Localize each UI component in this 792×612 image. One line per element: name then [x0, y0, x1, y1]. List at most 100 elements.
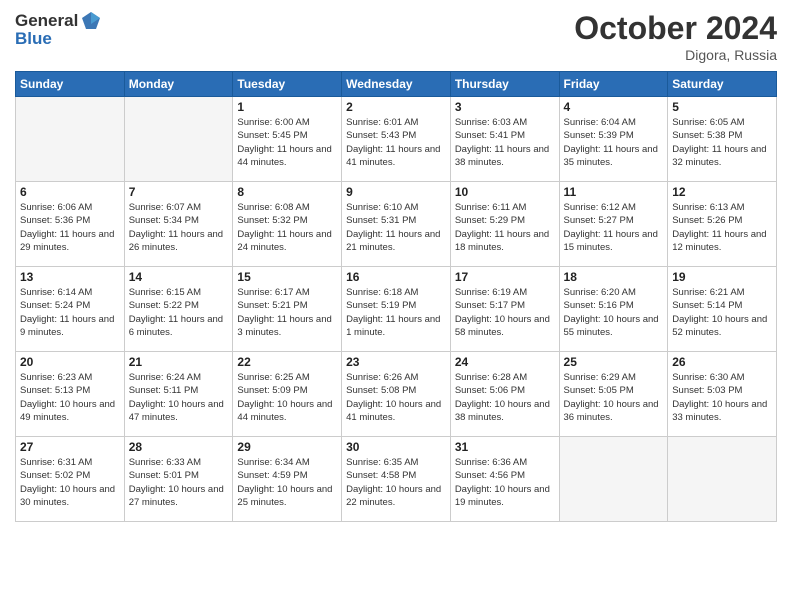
calendar-cell: 21Sunrise: 6:24 AM Sunset: 5:11 PM Dayli… [124, 352, 233, 437]
calendar-container: General Blue October 2024 Digora, Russia… [0, 0, 792, 537]
day-header-friday: Friday [559, 72, 668, 97]
day-info: Sunrise: 6:36 AM Sunset: 4:56 PM Dayligh… [455, 456, 555, 509]
day-number: 11 [564, 185, 664, 199]
calendar-cell: 4 Sunrise: 6:04 AM Sunset: 5:39 PM Daylig… [559, 97, 668, 182]
calendar-cell: 9 Sunrise: 6:10 AM Sunset: 5:31 PM Daylig… [342, 182, 451, 267]
calendar-cell: 10 Sunrise: 6:11 AM Sunset: 5:29 PM Dayli… [450, 182, 559, 267]
week-row-3: 13Sunrise: 6:14 AM Sunset: 5:24 PM Dayli… [16, 267, 777, 352]
logo-general: General [15, 12, 78, 31]
calendar-cell: 14 Sunrise: 6:15 AM Sunset: 5:22 PM Dayli… [124, 267, 233, 352]
day-header-thursday: Thursday [450, 72, 559, 97]
month-title: October 2024 [574, 10, 777, 47]
calendar-cell: 12Sunrise: 6:13 AM Sunset: 5:26 PM Dayli… [668, 182, 777, 267]
day-number: 10 [455, 185, 555, 199]
day-number: 20 [20, 355, 120, 369]
calendar-cell: 29Sunrise: 6:34 AM Sunset: 4:59 PM Dayli… [233, 437, 342, 522]
calendar-cell: 2 Sunrise: 6:01 AM Sunset: 5:43 PM Daylig… [342, 97, 451, 182]
calendar-cell: 6 Sunrise: 6:06 AM Sunset: 5:36 PM Daylig… [16, 182, 125, 267]
day-info: Sunrise: 6:12 AM Sunset: 5:27 PM Dayligh… [564, 201, 664, 254]
day-info: Sunrise: 6:24 AM Sunset: 5:11 PM Dayligh… [129, 371, 229, 424]
header-row: SundayMondayTuesdayWednesdayThursdayFrid… [16, 72, 777, 97]
calendar-cell: 19Sunrise: 6:21 AM Sunset: 5:14 PM Dayli… [668, 267, 777, 352]
calendar-cell: 20 Sunrise: 6:23 AM Sunset: 5:13 PM Dayli… [16, 352, 125, 437]
day-info: Sunrise: 6:28 AM Sunset: 5:06 PM Dayligh… [455, 371, 555, 424]
day-info: Sunrise: 6:04 AM Sunset: 5:39 PM Dayligh… [564, 116, 664, 169]
day-header-wednesday: Wednesday [342, 72, 451, 97]
week-row-4: 20 Sunrise: 6:23 AM Sunset: 5:13 PM Dayli… [16, 352, 777, 437]
calendar-cell: 7Sunrise: 6:07 AM Sunset: 5:34 PM Daylig… [124, 182, 233, 267]
day-info: Sunrise: 6:03 AM Sunset: 5:41 PM Dayligh… [455, 116, 555, 169]
day-info: Sunrise: 6:19 AM Sunset: 5:17 PM Dayligh… [455, 286, 555, 339]
calendar-cell: 1 Sunrise: 6:00 AM Sunset: 5:45 PM Daylig… [233, 97, 342, 182]
calendar-cell: 8 Sunrise: 6:08 AM Sunset: 5:32 PM Daylig… [233, 182, 342, 267]
calendar-cell: 22 Sunrise: 6:25 AM Sunset: 5:09 PM Dayli… [233, 352, 342, 437]
day-info: Sunrise: 6:08 AM Sunset: 5:32 PM Dayligh… [237, 201, 337, 254]
calendar-cell: 23 Sunrise: 6:26 AM Sunset: 5:08 PM Dayli… [342, 352, 451, 437]
day-number: 14 [129, 270, 229, 284]
logo-icon [80, 10, 102, 32]
day-info: Sunrise: 6:11 AM Sunset: 5:29 PM Dayligh… [455, 201, 555, 254]
day-number: 16 [346, 270, 446, 284]
day-number: 17 [455, 270, 555, 284]
day-info: Sunrise: 6:18 AM Sunset: 5:19 PM Dayligh… [346, 286, 446, 339]
day-number: 1 [237, 100, 337, 114]
day-info: Sunrise: 6:13 AM Sunset: 5:26 PM Dayligh… [672, 201, 772, 254]
week-row-2: 6 Sunrise: 6:06 AM Sunset: 5:36 PM Daylig… [16, 182, 777, 267]
day-number: 6 [20, 185, 120, 199]
week-row-5: 27Sunrise: 6:31 AM Sunset: 5:02 PM Dayli… [16, 437, 777, 522]
day-number: 3 [455, 100, 555, 114]
day-number: 5 [672, 100, 772, 114]
day-info: Sunrise: 6:30 AM Sunset: 5:03 PM Dayligh… [672, 371, 772, 424]
day-info: Sunrise: 6:23 AM Sunset: 5:13 PM Dayligh… [20, 371, 120, 424]
day-number: 8 [237, 185, 337, 199]
calendar-cell: 15Sunrise: 6:17 AM Sunset: 5:21 PM Dayli… [233, 267, 342, 352]
week-row-1: 1 Sunrise: 6:00 AM Sunset: 5:45 PM Daylig… [16, 97, 777, 182]
day-number: 29 [237, 440, 337, 454]
day-info: Sunrise: 6:05 AM Sunset: 5:38 PM Dayligh… [672, 116, 772, 169]
day-number: 19 [672, 270, 772, 284]
day-number: 26 [672, 355, 772, 369]
calendar-cell: 24 Sunrise: 6:28 AM Sunset: 5:06 PM Dayli… [450, 352, 559, 437]
day-number: 9 [346, 185, 446, 199]
calendar-table: SundayMondayTuesdayWednesdayThursdayFrid… [15, 71, 777, 522]
calendar-cell: 17 Sunrise: 6:19 AM Sunset: 5:17 PM Dayli… [450, 267, 559, 352]
day-info: Sunrise: 6:06 AM Sunset: 5:36 PM Dayligh… [20, 201, 120, 254]
day-number: 7 [129, 185, 229, 199]
logo-blue: Blue [15, 30, 102, 49]
day-number: 31 [455, 440, 555, 454]
calendar-cell: 27Sunrise: 6:31 AM Sunset: 5:02 PM Dayli… [16, 437, 125, 522]
calendar-cell: 26 Sunrise: 6:30 AM Sunset: 5:03 PM Dayli… [668, 352, 777, 437]
calendar-cell: 5 Sunrise: 6:05 AM Sunset: 5:38 PM Daylig… [668, 97, 777, 182]
day-number: 28 [129, 440, 229, 454]
logo: General Blue [15, 10, 102, 49]
day-header-sunday: Sunday [16, 72, 125, 97]
calendar-cell: 25 Sunrise: 6:29 AM Sunset: 5:05 PM Dayli… [559, 352, 668, 437]
day-number: 30 [346, 440, 446, 454]
day-number: 18 [564, 270, 664, 284]
header: General Blue October 2024 Digora, Russia [15, 10, 777, 63]
day-info: Sunrise: 6:26 AM Sunset: 5:08 PM Dayligh… [346, 371, 446, 424]
location: Digora, Russia [574, 47, 777, 63]
day-info: Sunrise: 6:00 AM Sunset: 5:45 PM Dayligh… [237, 116, 337, 169]
day-info: Sunrise: 6:15 AM Sunset: 5:22 PM Dayligh… [129, 286, 229, 339]
calendar-cell: 30 Sunrise: 6:35 AM Sunset: 4:58 PM Dayli… [342, 437, 451, 522]
day-info: Sunrise: 6:29 AM Sunset: 5:05 PM Dayligh… [564, 371, 664, 424]
day-info: Sunrise: 6:35 AM Sunset: 4:58 PM Dayligh… [346, 456, 446, 509]
day-number: 22 [237, 355, 337, 369]
day-info: Sunrise: 6:20 AM Sunset: 5:16 PM Dayligh… [564, 286, 664, 339]
day-info: Sunrise: 6:10 AM Sunset: 5:31 PM Dayligh… [346, 201, 446, 254]
day-header-tuesday: Tuesday [233, 72, 342, 97]
day-number: 23 [346, 355, 446, 369]
day-number: 4 [564, 100, 664, 114]
day-number: 13 [20, 270, 120, 284]
day-info: Sunrise: 6:25 AM Sunset: 5:09 PM Dayligh… [237, 371, 337, 424]
calendar-cell [124, 97, 233, 182]
calendar-cell: 3 Sunrise: 6:03 AM Sunset: 5:41 PM Daylig… [450, 97, 559, 182]
day-number: 25 [564, 355, 664, 369]
day-header-monday: Monday [124, 72, 233, 97]
day-number: 24 [455, 355, 555, 369]
day-info: Sunrise: 6:31 AM Sunset: 5:02 PM Dayligh… [20, 456, 120, 509]
day-number: 15 [237, 270, 337, 284]
day-number: 2 [346, 100, 446, 114]
day-info: Sunrise: 6:01 AM Sunset: 5:43 PM Dayligh… [346, 116, 446, 169]
